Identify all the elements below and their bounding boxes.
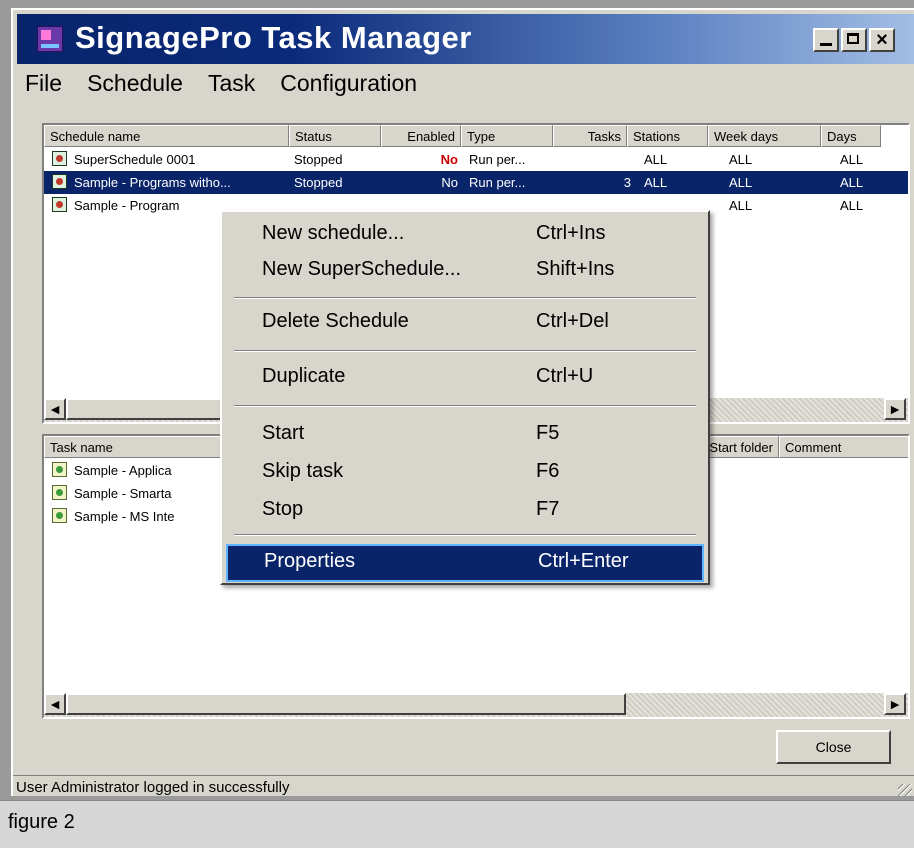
schedule-status: Stopped: [294, 175, 343, 190]
menu-file[interactable]: File: [25, 70, 62, 100]
schedule-week-days: ALL: [729, 175, 753, 190]
menu-item-new-superschedule[interactable]: New SuperSchedule... Shift+Ins: [226, 252, 704, 288]
maximize-icon: [843, 30, 865, 50]
schedule-row[interactable]: SuperSchedule 0001 Stopped No Run per...…: [44, 148, 908, 171]
app-icon: [37, 26, 63, 52]
menu-item-shortcut: F5: [536, 422, 560, 444]
task-icon: [52, 508, 67, 523]
column-enabled[interactable]: Enabled: [381, 125, 461, 147]
menu-separator: [234, 405, 696, 407]
window-title: SignagePro Task Manager: [75, 20, 472, 55]
menu-item-stop[interactable]: Stop F7: [226, 492, 704, 528]
figure-caption: figure 2: [0, 800, 914, 848]
menu-item-label: Skip task: [262, 460, 344, 482]
schedule-icon: [52, 174, 67, 189]
column-schedule-name[interactable]: Schedule name: [44, 125, 289, 147]
schedule-stations: ALL: [644, 175, 668, 190]
schedule-days: ALL: [840, 175, 864, 190]
close-window-button[interactable]: ×: [869, 28, 895, 52]
menu-item-label: Properties: [264, 550, 356, 572]
column-week-days[interactable]: Week days: [708, 125, 821, 147]
status-text: User Administrator logged in successfull…: [16, 779, 290, 796]
column-tasks[interactable]: Tasks: [553, 125, 627, 147]
menu-item-shortcut: Ctrl+U: [536, 365, 594, 387]
menu-item-shortcut: Ctrl+Ins: [536, 222, 606, 244]
caption-text: figure 2: [8, 811, 75, 833]
menu-item-label: New SuperSchedule...: [262, 258, 462, 280]
schedule-icon: [52, 151, 67, 166]
menu-item-new-schedule[interactable]: New schedule... Ctrl+Ins: [226, 216, 704, 252]
menu-item-shortcut: Shift+Ins: [536, 258, 615, 280]
menu-separator: [234, 297, 696, 299]
maximize-button[interactable]: [841, 28, 867, 52]
schedule-tasks: 3: [623, 175, 631, 190]
menu-task[interactable]: Task: [208, 70, 255, 100]
menu-item-shortcut: F7: [536, 498, 560, 520]
schedule-days: ALL: [840, 198, 864, 213]
close-button[interactable]: Close: [776, 730, 891, 764]
column-comment[interactable]: Comment: [779, 436, 908, 458]
menu-separator: [234, 534, 696, 536]
schedule-status: Stopped: [294, 152, 343, 167]
minimize-icon: [815, 30, 837, 50]
schedule-week-days: ALL: [729, 152, 753, 167]
scroll-left-arrow-icon[interactable]: ◄: [44, 398, 66, 420]
schedule-name: Sample - Programs witho...: [74, 175, 231, 190]
menu-item-shortcut: F6: [536, 460, 560, 482]
menu-item-shortcut: Ctrl+Del: [536, 310, 609, 332]
schedule-type: Run per...: [469, 175, 526, 190]
task-horizontal-scrollbar[interactable]: ◄ ►: [44, 693, 908, 717]
minimize-button[interactable]: [813, 28, 839, 52]
schedule-context-menu: New schedule... Ctrl+Ins New SuperSchedu…: [220, 210, 710, 585]
scrollbar-thumb[interactable]: [66, 693, 626, 715]
resize-grip-icon[interactable]: [898, 784, 912, 796]
column-days[interactable]: Days: [821, 125, 881, 147]
menu-item-label: Stop: [262, 498, 304, 520]
menu-separator: [234, 350, 696, 352]
schedule-icon: [52, 197, 67, 212]
menu-item-shortcut: Ctrl+Enter: [538, 550, 629, 572]
menu-item-delete-schedule[interactable]: Delete Schedule Ctrl+Del: [226, 304, 704, 340]
scroll-right-arrow-icon[interactable]: ►: [884, 693, 906, 715]
schedule-week-days: ALL: [729, 198, 753, 213]
menu-item-label: Delete Schedule: [262, 310, 409, 332]
scroll-left-arrow-icon[interactable]: ◄: [44, 693, 66, 715]
column-status[interactable]: Status: [289, 125, 381, 147]
menu-item-start[interactable]: Start F5: [226, 416, 704, 452]
menu-configuration[interactable]: Configuration: [280, 70, 417, 100]
schedule-days: ALL: [840, 152, 864, 167]
menu-bar: File Schedule Task Configuration: [25, 70, 417, 100]
menu-item-label: Duplicate: [262, 365, 346, 387]
schedule-enabled: No: [440, 152, 458, 167]
schedule-list-header: Schedule name Status Enabled Type Tasks …: [44, 125, 881, 147]
menu-item-skip-task[interactable]: Skip task F6: [226, 454, 704, 490]
figure-frame: SignagePro Task Manager × File Schedule …: [0, 0, 914, 848]
schedule-row-selected[interactable]: Sample - Programs witho... Stopped No Ru…: [44, 171, 908, 194]
menu-item-properties[interactable]: Properties Ctrl+Enter: [226, 544, 704, 582]
main-window: SignagePro Task Manager × File Schedule …: [11, 8, 914, 796]
menu-item-label: Start: [262, 422, 305, 444]
schedule-name: SuperSchedule 0001: [74, 152, 196, 167]
schedule-enabled: No: [441, 175, 458, 190]
menu-item-label: New schedule...: [262, 222, 405, 244]
close-icon: ×: [876, 29, 888, 51]
menu-schedule[interactable]: Schedule: [87, 70, 183, 100]
schedule-type: Run per...: [469, 152, 526, 167]
task-icon: [52, 462, 67, 477]
title-bar[interactable]: SignagePro Task Manager ×: [17, 14, 914, 64]
column-type[interactable]: Type: [461, 125, 553, 147]
task-icon: [52, 485, 67, 500]
schedule-stations: ALL: [644, 152, 668, 167]
scroll-right-arrow-icon[interactable]: ►: [884, 398, 906, 420]
column-stations[interactable]: Stations: [627, 125, 708, 147]
status-bar: User Administrator logged in successfull…: [13, 775, 914, 796]
menu-item-duplicate[interactable]: Duplicate Ctrl+U: [226, 359, 704, 395]
schedule-tasks: [564, 148, 631, 171]
